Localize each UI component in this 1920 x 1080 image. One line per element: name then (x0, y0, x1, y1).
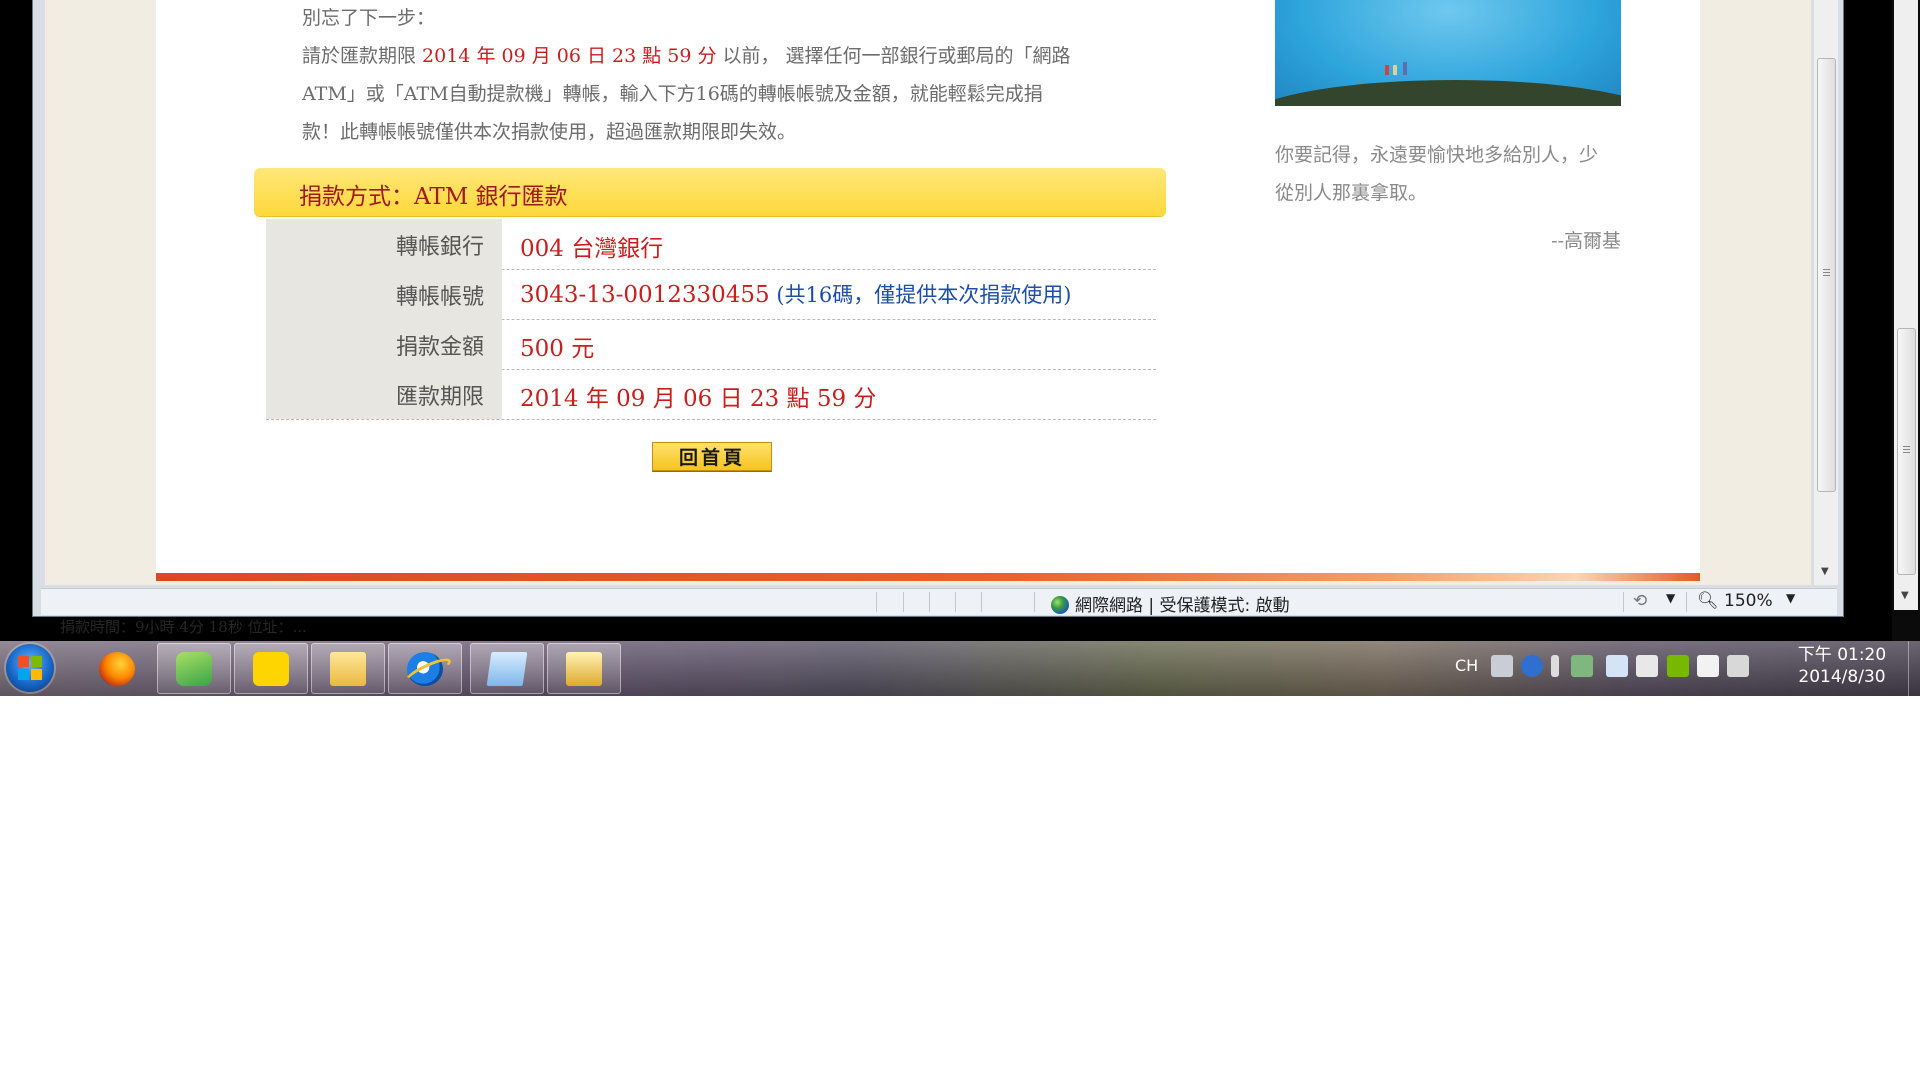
status-bar: 網際網路 | 受保護模式: 啟動 ⟲ ▼ 🔍︎ 150% ▼ (41, 588, 1837, 616)
row-label-cell: 轉帳帳號 (266, 269, 502, 319)
firefox-icon (99, 652, 135, 686)
instruction-line: 請於匯款期限 2014 年 09 月 06 日 23 點 59 分 以前， 選擇… (302, 37, 1122, 75)
outer-scrollbar-thumb[interactable] (1897, 328, 1916, 575)
instruction-line: 款！此轉帳帳號僅供本次捐款使用，超過匯款期限即失效。 (302, 113, 1122, 151)
row-value-text: 500 元 (520, 336, 595, 362)
network-icon[interactable] (1571, 655, 1593, 677)
compatibility-icon[interactable]: ⟲ (1633, 591, 1647, 611)
security-zone[interactable]: 網際網路 | 受保護模式: 啟動 (1051, 591, 1290, 616)
help-icon[interactable] (1521, 655, 1543, 677)
quote-text: 你要記得，永遠要愉快地多給別人，少 從別人那裏拿取。 (1275, 136, 1645, 212)
page-scrollbar[interactable]: ▼ (1813, 0, 1838, 585)
instruction-line: ATM」或「ATM自動提款機」轉帳，輸入下方16碼的轉帳帳號及金額，就能輕鬆完成… (302, 75, 1122, 113)
outer-scrollbar[interactable]: ▼ (1894, 0, 1918, 610)
taskbar-item-photos[interactable] (547, 643, 621, 694)
row-value-text: 004 台灣銀行 (520, 236, 664, 262)
row-value: 2014 年 09 月 06 日 23 點 59 分 (520, 379, 876, 413)
kakao-icon (253, 652, 289, 686)
taskbar-item-notepad[interactable] (470, 643, 544, 694)
start-button[interactable] (6, 644, 54, 692)
quote-line: 從別人那裏拿取。 (1275, 182, 1428, 204)
row-label: 匯款期限 (395, 385, 484, 410)
row-label: 轉帳帳號 (395, 285, 484, 310)
show-desktop-button[interactable] (1908, 641, 1920, 696)
reminder-text: 別忘了下一步： (302, 7, 436, 29)
ime-indicator[interactable]: CH (1455, 656, 1478, 675)
instruction-segment: ATM」或「ATM自動提款機」轉帳，輸入下方16碼的轉帳帳號及金額，就能輕鬆完成… (302, 83, 1043, 105)
figure-shape (1385, 65, 1389, 75)
home-button[interactable]: 回首頁 (652, 442, 772, 471)
display-icon[interactable] (1727, 655, 1749, 677)
payment-method-title: 捐款方式：ATM 銀行匯款 (299, 184, 568, 210)
row-note: (共16碼，僅提供本次捐款使用) (769, 283, 1072, 307)
taskbar: CH 下午 01:20 2014/8/30 (0, 641, 1920, 696)
file-explorer-icon (330, 652, 366, 686)
row-value: 3043-13-0012330455 (共16碼，僅提供本次捐款使用) (520, 279, 1071, 309)
row-value: 500 元 (520, 329, 594, 363)
figure-shape (1403, 62, 1407, 75)
table-row: 轉帳銀行 004 台灣銀行 (266, 219, 1156, 270)
nvidia-icon[interactable] (1667, 655, 1689, 677)
notepad-icon (486, 652, 528, 686)
quote-author: --高爾基 (1551, 230, 1621, 252)
instruction-segment: 款！此轉帳帳號僅供本次捐款使用，超過匯款期限即失效。 (302, 121, 797, 143)
payment-method-header: 捐款方式：ATM 銀行匯款 (254, 168, 1166, 216)
row-label-cell: 捐款金額 (266, 319, 502, 369)
usb-icon[interactable] (1551, 655, 1559, 677)
page-scrollbar-thumb[interactable] (1817, 58, 1836, 492)
photo-viewer-icon (566, 652, 602, 686)
zoom-level: 150% (1724, 591, 1773, 611)
table-row: 匯款期限 2014 年 09 月 06 日 23 點 59 分 (266, 369, 1156, 420)
background-window-text: 捐款時間：9小時 4分 18秒 位址：... (60, 618, 307, 636)
message-icon[interactable] (1606, 655, 1628, 677)
internet-explorer-icon (407, 652, 443, 686)
hill-shape (1275, 80, 1621, 106)
clock-time: 下午 01:20 (1797, 645, 1887, 665)
action-center-flag-icon[interactable] (1697, 655, 1719, 677)
instruction-segment: 請於匯款期限 (302, 45, 423, 67)
row-value: 004 台灣銀行 (520, 229, 663, 263)
deadline-text: 2014 年 09 月 06 日 23 點 59 分 (422, 45, 717, 67)
table-row: 捐款金額 500 元 (266, 319, 1156, 370)
keyboard-icon[interactable] (1491, 655, 1513, 677)
clock[interactable]: 下午 01:20 2014/8/30 (1782, 644, 1902, 688)
instruction-segment: 以前， 選擇任何一部銀行或郵局的「網路 (716, 45, 1071, 67)
quote-line: 你要記得，永遠要愉快地多給別人，少 (1275, 144, 1599, 166)
globe-icon (1051, 596, 1069, 614)
volume-icon[interactable] (1636, 655, 1658, 677)
taskbar-item-ie[interactable] (388, 643, 462, 694)
security-zone-label: 網際網路 | 受保護模式: 啟動 (1075, 596, 1290, 616)
mail-app-icon (176, 652, 212, 686)
browser-viewport: 別忘了下一步： 請於匯款期限 2014 年 09 月 06 日 23 點 59 … (45, 0, 1811, 585)
table-row: 轉帳帳號 3043-13-0012330455 (共16碼，僅提供本次捐款使用) (266, 269, 1156, 320)
instructions-text: 請於匯款期限 2014 年 09 月 06 日 23 點 59 分 以前， 選擇… (302, 37, 1122, 151)
page-footer-rule (156, 573, 1700, 581)
illustration-image (1275, 0, 1621, 106)
taskbar-item-explorer[interactable] (311, 643, 385, 694)
outer-scroll-down-icon[interactable]: ▼ (1901, 590, 1909, 601)
taskbar-item-kakao[interactable] (234, 643, 308, 694)
zoom-control[interactable]: 🔍︎ 150% (1697, 591, 1773, 611)
taskbar-item-firefox[interactable] (80, 643, 154, 694)
row-label: 轉帳銀行 (395, 235, 484, 260)
row-value-text: 3043-13-0012330455 (520, 282, 770, 308)
taskbar-item-mail[interactable] (157, 643, 231, 694)
browser-window: 別忘了下一步： 請於匯款期限 2014 年 09 月 06 日 23 點 59 … (32, 0, 1844, 617)
figure-shape (1393, 65, 1397, 75)
row-label-cell: 匯款期限 (266, 369, 502, 419)
magnifier-icon: 🔍︎ (1697, 591, 1719, 611)
row-label: 捐款金額 (395, 335, 484, 360)
scroll-down-arrow-icon[interactable]: ▼ (1821, 566, 1829, 577)
row-value-text: 2014 年 09 月 06 日 23 點 59 分 (520, 386, 877, 412)
row-label-cell: 轉帳銀行 (266, 219, 502, 269)
zoom-dropdown-icon[interactable]: ▼ (1786, 591, 1795, 605)
chevron-down-icon[interactable]: ▼ (1666, 591, 1675, 605)
web-page: 別忘了下一步： 請於匯款期限 2014 年 09 月 06 日 23 點 59 … (156, 0, 1700, 581)
clock-date: 2014/8/30 (1798, 667, 1886, 687)
